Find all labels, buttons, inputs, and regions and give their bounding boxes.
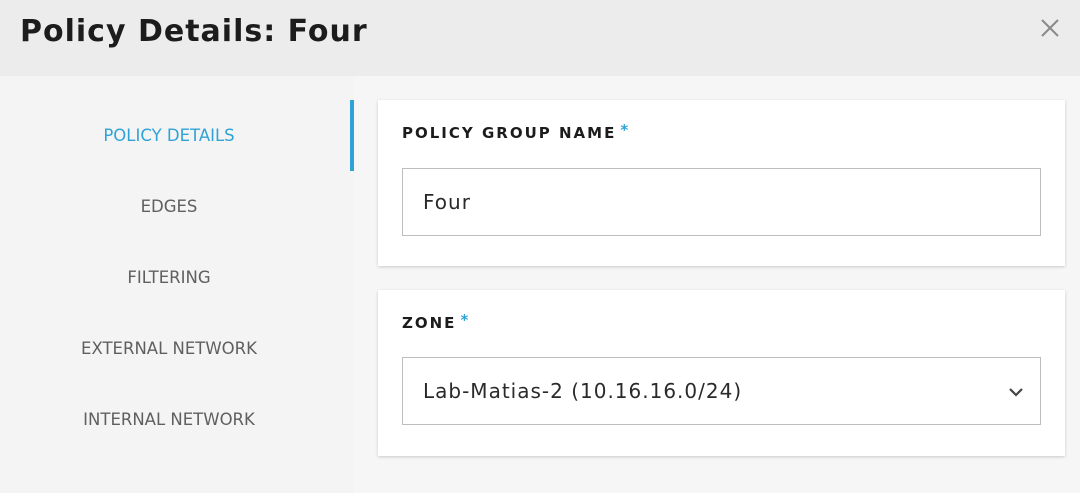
chevron-down-icon[interactable] [1006, 382, 1026, 402]
policy-group-name-card: POLICY GROUP NAME * Four [378, 100, 1065, 266]
policy-group-name-input[interactable]: Four [402, 168, 1041, 236]
nav-item-internal-network[interactable]: INTERNAL NETWORK [0, 384, 338, 455]
dialog-header: Policy Details: Four [0, 0, 1080, 76]
zone-label-text: ZONE [402, 314, 457, 332]
nav-item-filtering[interactable]: FILTERING [0, 242, 338, 313]
nav-item-policy-details[interactable]: POLICY DETAILS [0, 100, 338, 171]
required-marker: * [620, 121, 631, 139]
policy-group-name-label-text: POLICY GROUP NAME [402, 124, 617, 142]
close-icon[interactable] [1036, 14, 1064, 42]
required-marker: * [460, 311, 471, 329]
dialog-title: Policy Details: Four [20, 14, 368, 49]
zone-select-value: Lab-Matias-2 (10.16.16.0/24) [423, 379, 743, 403]
nav-item-external-network[interactable]: EXTERNAL NETWORK [0, 313, 338, 384]
zone-card: ZONE * Lab-Matias-2 (10.16.16.0/24) [378, 290, 1065, 456]
policy-group-name-label: POLICY GROUP NAME * [402, 121, 631, 142]
nav-item-edges[interactable]: EDGES [0, 171, 338, 242]
zone-label: ZONE * [402, 311, 471, 332]
zone-select[interactable]: Lab-Matias-2 (10.16.16.0/24) [402, 357, 1041, 425]
